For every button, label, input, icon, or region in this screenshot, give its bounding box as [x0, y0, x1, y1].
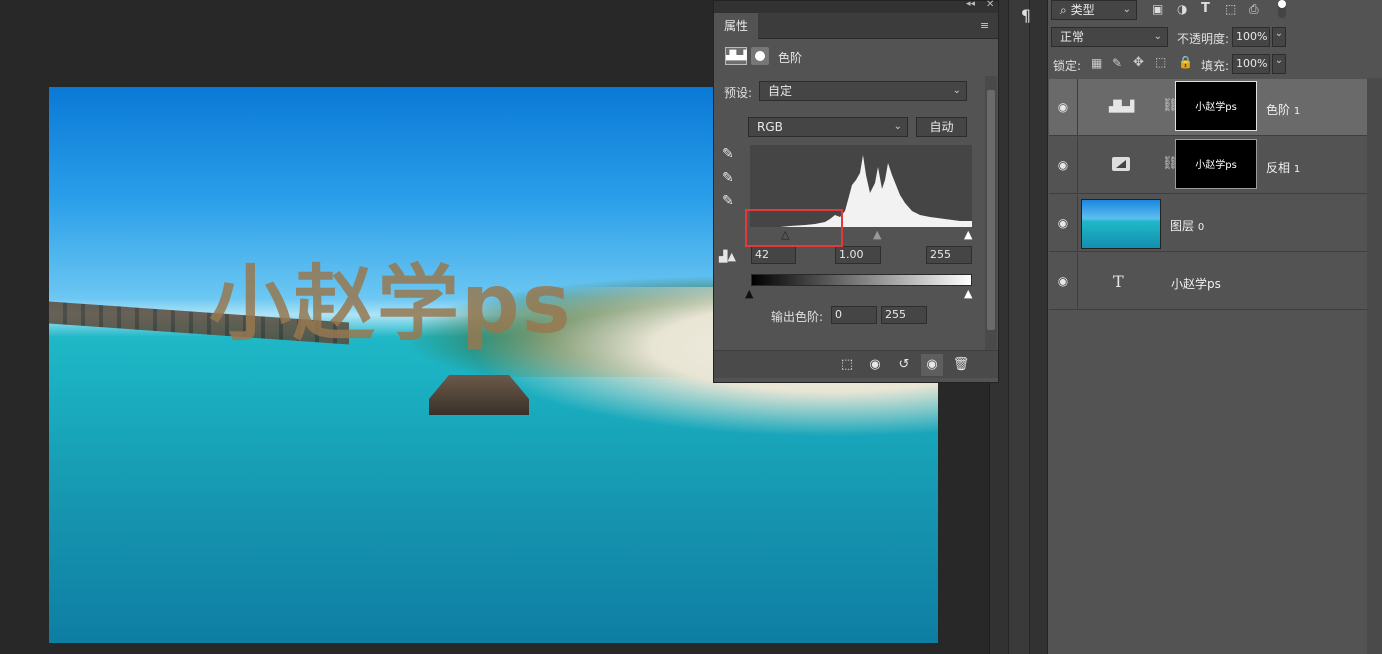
white-eyedropper-icon[interactable]: ✎ — [722, 193, 734, 209]
visibility-eye-icon[interactable]: ◉ — [921, 354, 943, 376]
layer-filter-value: 类型 — [1070, 3, 1095, 17]
clip-to-layer-icon[interactable]: ⬚ — [836, 354, 858, 376]
output-white-slider[interactable]: ▲ — [964, 287, 972, 300]
gray-eyedropper-icon[interactable]: ✎ — [722, 170, 734, 186]
layer-divider — [1077, 253, 1078, 310]
auto-button[interactable]: 自动 — [916, 117, 967, 137]
layer-name: 图层 0 — [1170, 217, 1204, 234]
properties-footer: ⬚ ◉ ↺ ◉ 🗑 — [714, 350, 998, 378]
properties-title: 色阶 — [778, 51, 803, 65]
output-black-slider[interactable]: ▲ — [745, 287, 753, 300]
histogram-highlight-box — [745, 209, 843, 247]
lock-label: 锁定: — [1053, 59, 1082, 73]
layer-index: 1 — [1293, 164, 1301, 175]
search-icon: ⌕ — [1060, 3, 1067, 17]
layer-name-text: 图层 — [1170, 219, 1195, 233]
clipping-warning-icon[interactable]: ▟▲ — [719, 250, 736, 263]
opacity-field[interactable]: 100% — [1232, 27, 1270, 47]
levels-adjustment-icon: ▟▙▟ — [1109, 100, 1135, 113]
visibility-eye-icon[interactable]: ◉ — [1053, 213, 1073, 233]
preset-value: 自定 — [768, 84, 793, 98]
black-eyedropper-icon[interactable]: ✎ — [722, 146, 734, 162]
fill-label: 填充: — [1201, 59, 1230, 73]
output-black-field[interactable]: 0 — [831, 306, 877, 324]
layer-index: 1 — [1293, 106, 1301, 117]
opacity-label: 不透明度: — [1177, 32, 1230, 46]
blend-mode-value: 正常 — [1060, 30, 1085, 44]
collapse-icon[interactable]: ◂◂ — [966, 0, 975, 9]
lock-move-icon[interactable]: ✥ — [1133, 55, 1144, 70]
layer-name-text: 反相 — [1266, 161, 1291, 175]
output-levels-label: 输出色阶: — [771, 310, 824, 324]
opacity-chevron-icon[interactable]: ⌄ — [1272, 27, 1286, 47]
levels-adjustment-icon[interactable]: ▟▙▟ — [725, 47, 747, 65]
input-gamma-field[interactable]: 1.00 — [835, 246, 881, 264]
chevron-down-icon: ⌄ — [1153, 31, 1162, 42]
filter-shape-icon[interactable]: ⬚ — [1225, 2, 1236, 16]
reset-icon[interactable]: ↺ — [893, 354, 915, 376]
fill-chevron-icon[interactable]: ⌄ — [1272, 54, 1286, 74]
preset-dropdown[interactable]: 自定 ⌄ — [759, 81, 967, 101]
filter-type-icon[interactable]: T — [1201, 1, 1210, 16]
preset-label: 预设: — [724, 86, 753, 100]
visibility-eye-icon[interactable]: ◉ — [1053, 271, 1073, 291]
input-white-field[interactable]: 255 — [926, 246, 972, 264]
layers-scrollbar[interactable] — [1367, 78, 1382, 654]
visibility-eye-icon[interactable]: ◉ — [1053, 155, 1073, 175]
type-layer-icon: T — [1113, 272, 1124, 291]
layer-name: 反相 1 — [1266, 159, 1300, 176]
chevron-down-icon: ⌄ — [1122, 4, 1131, 15]
visibility-eye-icon[interactable]: ◉ — [1053, 97, 1073, 117]
channel-dropdown[interactable]: RGB ⌄ — [748, 117, 908, 137]
tab-properties[interactable]: 属性 — [714, 13, 758, 39]
layer-mask-thumbnail[interactable]: 小赵学ps — [1175, 81, 1257, 131]
white-point-slider[interactable]: ▲ — [964, 228, 972, 241]
fill-field[interactable]: 100% — [1232, 54, 1270, 74]
layer-image-thumbnail[interactable] — [1081, 199, 1161, 249]
channel-value: RGB — [757, 120, 783, 134]
gamma-slider[interactable]: ▲ — [873, 228, 881, 241]
blend-mode-dropdown[interactable]: 正常 ⌄ — [1051, 27, 1168, 47]
layer-name-text: 色阶 — [1266, 103, 1291, 117]
layer-mask-thumbnail[interactable]: 小赵学ps — [1175, 139, 1257, 189]
chevron-down-icon: ⌄ — [952, 85, 961, 96]
output-white-field[interactable]: 255 — [881, 306, 927, 324]
layer-name: 色阶 1 — [1266, 101, 1300, 118]
view-previous-icon[interactable]: ◉ — [864, 354, 886, 376]
layer-filter-dropdown[interactable]: ⌕ 类型 ⌄ — [1051, 0, 1137, 20]
layer-divider — [1077, 195, 1078, 252]
delete-trash-icon[interactable]: 🗑 — [950, 354, 972, 376]
filter-adjustment-icon[interactable]: ◑ — [1177, 2, 1187, 16]
lock-artboard-icon[interactable]: ⬚ — [1155, 55, 1166, 69]
filter-toggle[interactable] — [1278, 0, 1286, 18]
layer-divider — [1077, 79, 1078, 136]
lock-all-icon[interactable]: 🔒 — [1178, 55, 1193, 69]
panel-menu-icon[interactable]: ≡ — [980, 19, 989, 32]
invert-adjustment-icon — [1112, 157, 1130, 171]
layer-name: 小赵学ps — [1171, 277, 1221, 291]
panel-collapse-bar: ◂◂ ✕ — [714, 0, 998, 13]
lock-paint-icon[interactable]: ✎ — [1112, 56, 1122, 70]
filter-smartobject-icon[interactable]: ⎙ — [1249, 2, 1259, 17]
layer-mask-icon[interactable] — [751, 47, 769, 65]
overwater-hut — [429, 375, 529, 415]
paragraph-icon[interactable]: ¶ — [1015, 4, 1037, 28]
layer-index: 0 — [1197, 222, 1205, 233]
layer-divider — [1077, 137, 1078, 194]
properties-scrollbar[interactable] — [985, 76, 997, 350]
canvas-watermark-text: 小赵学ps — [209, 257, 573, 352]
output-gradient-bar — [751, 274, 972, 286]
properties-tabbar: 属性 ≡ — [714, 13, 998, 39]
lock-transparent-icon[interactable]: ▦ — [1091, 56, 1102, 70]
filter-pixel-icon[interactable]: ▣ — [1152, 2, 1163, 16]
close-icon[interactable]: ✕ — [986, 0, 994, 10]
input-black-field[interactable]: 42 — [751, 246, 796, 264]
chevron-down-icon: ⌄ — [893, 121, 902, 132]
